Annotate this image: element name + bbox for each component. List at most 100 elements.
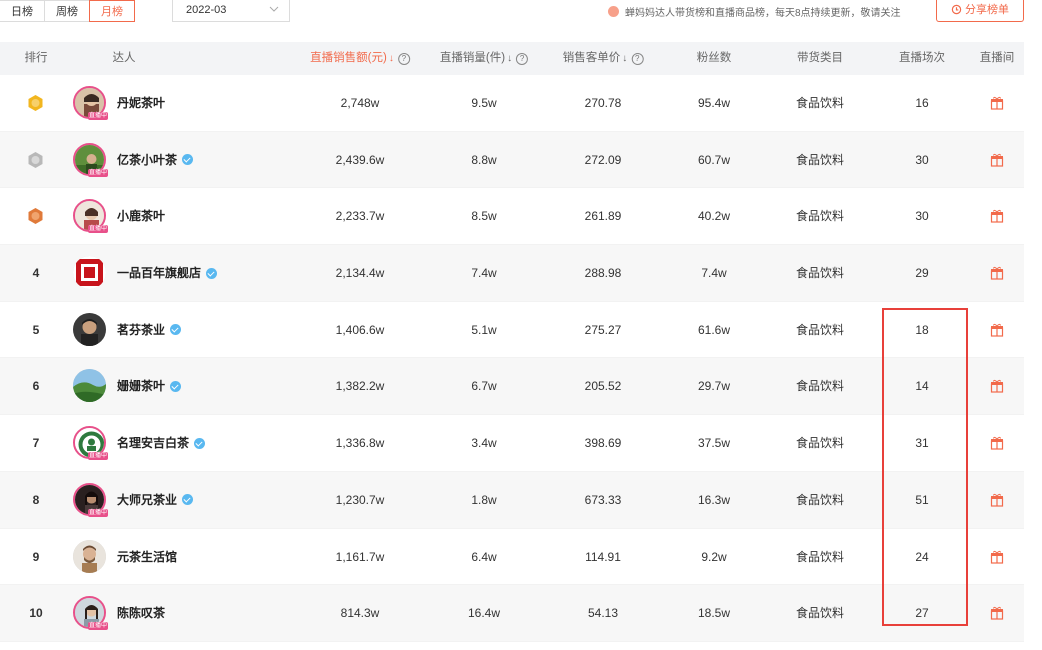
volume-value: 5.1w — [471, 322, 497, 337]
volume-value: 3.4w — [471, 436, 497, 451]
unit-price-value: 114.91 — [585, 549, 621, 564]
live-room-icon[interactable] — [990, 266, 1004, 280]
table-row[interactable]: 8 直播中 大师兄茶业 1,230.7w 1.8w 673.33 16.3w 食… — [0, 471, 1024, 529]
table-row[interactable]: 4 一品百年旗舰店 2,134.4w 7.4w 288.98 7.4w 食品饮料… — [0, 245, 1024, 302]
sales-value: 2,134.4w — [335, 266, 385, 281]
info-dot-icon — [608, 6, 619, 17]
category-value: 食品饮料 — [795, 436, 845, 451]
live-badge: 直播中 — [88, 225, 108, 234]
tab-daily[interactable]: 日榜 — [0, 0, 45, 22]
share-ranking-button[interactable]: 分享榜单 — [936, 0, 1024, 22]
chevron-down-icon — [269, 6, 279, 12]
avatar[interactable] — [73, 256, 106, 290]
avatar[interactable] — [73, 312, 106, 346]
talent-name[interactable]: 大师兄茶业 — [117, 472, 194, 528]
talent-name-text: 亿茶小叶茶 — [117, 152, 178, 167]
live-room-icon[interactable] — [990, 379, 1004, 394]
talent-name[interactable]: 元茶生活馆 — [117, 529, 177, 585]
help-icon[interactable]: ? — [397, 53, 410, 65]
col-category: 带货类目 — [797, 52, 843, 64]
gold-medal-icon — [28, 95, 43, 111]
verified-icon — [194, 437, 206, 449]
live-room-icon[interactable] — [990, 153, 1004, 167]
live-room-icon[interactable] — [990, 493, 1004, 507]
table-row[interactable]: 直播中 亿茶小叶茶 2,439.6w 8.8w 272.09 60.7w 食品饮… — [0, 131, 1024, 189]
category-value: 食品饮料 — [795, 379, 845, 394]
unit-price-value: 261.89 — [584, 209, 622, 224]
table-row[interactable]: 5 茗芬茶业 1,406.6w 5.1w 275.27 61.6w 食品饮料 1… — [0, 302, 1024, 359]
sales-value: 1,406.6w — [335, 322, 385, 337]
sales-value: 1,161.7w — [335, 549, 385, 564]
table-row[interactable]: 直播中 丹妮茶叶 2,748w 9.5w 270.78 95.4w 食品饮料 1… — [0, 75, 1024, 132]
table-row[interactable]: 9 元茶生活馆 1,161.7w 6.4w 114.91 9.2w 食品饮料 2… — [0, 529, 1024, 586]
fans-value: 60.7w — [697, 152, 731, 167]
help-icon[interactable]: ? — [516, 53, 529, 65]
unit-price-value: 270.78 — [584, 96, 622, 110]
col-sales-label: 直播销售额(元) — [310, 52, 387, 64]
fans-value: 18.5w — [697, 606, 731, 621]
fans-value: 40.2w — [697, 209, 731, 224]
fans-value: 16.3w — [697, 492, 731, 507]
talent-name[interactable]: 名理安吉白茶 — [117, 415, 206, 471]
unit-price-value: 288.98 — [584, 266, 622, 281]
sort-down-icon: ↓ — [388, 53, 394, 64]
fans-value: 95.4w — [697, 96, 731, 110]
talent-name[interactable]: 亿茶小叶茶 — [117, 132, 194, 188]
tab-weekly[interactable]: 周榜 — [44, 0, 90, 22]
avatar[interactable] — [73, 539, 106, 573]
sessions-value: 51 — [915, 492, 929, 507]
ranking-table-body: 直播中 丹妮茶叶 2,748w 9.5w 270.78 95.4w 食品饮料 1… — [0, 75, 1024, 642]
help-icon[interactable]: ? — [631, 53, 644, 65]
rank-number: 6 — [32, 379, 40, 394]
category-value: 食品饮料 — [795, 549, 845, 564]
live-room-icon[interactable] — [990, 96, 1004, 110]
fans-value: 61.6w — [697, 322, 731, 337]
rank-number: 8 — [32, 492, 40, 507]
talent-name-text: 元茶生活馆 — [117, 549, 178, 564]
unit-price-value: 205.52 — [584, 379, 622, 394]
col-sales[interactable]: 直播销售额(元) ↓? — [310, 42, 410, 75]
avatar[interactable] — [73, 369, 106, 403]
live-badge: 直播中 — [88, 622, 108, 631]
category-value: 食品饮料 — [795, 322, 845, 337]
rank-number: 7 — [32, 436, 40, 451]
live-room-icon[interactable] — [990, 323, 1004, 337]
talent-name[interactable]: 一品百年旗舰店 — [117, 245, 218, 301]
col-unit-price[interactable]: 销售客单价 ↓? — [563, 42, 644, 75]
volume-value: 16.4w — [467, 606, 501, 621]
verified-icon — [182, 494, 194, 506]
col-unit-price-label: 销售客单价 — [562, 52, 621, 64]
talent-name[interactable]: 姗姗茶叶 — [117, 358, 182, 414]
table-row[interactable]: 7 直播中 名理安吉白茶 1,336.8w 3.4w 398.69 37.5w … — [0, 415, 1024, 472]
sessions-value: 31 — [915, 436, 929, 451]
live-room-icon[interactable] — [990, 606, 1004, 620]
talent-name[interactable]: 丹妮茶叶 — [117, 75, 165, 131]
category-value: 食品饮料 — [795, 209, 845, 224]
talent-name-text: 小鹿茶叶 — [117, 209, 166, 224]
category-value: 食品饮料 — [795, 152, 845, 167]
live-badge: 直播中 — [88, 452, 108, 461]
col-rank: 排行 — [24, 52, 48, 64]
sales-value: 1,336.8w — [335, 436, 385, 451]
col-live-room: 直播间 — [979, 52, 1015, 64]
table-row[interactable]: 6 姗姗茶叶 1,382.2w 6.7w 205.52 29.7w 食品饮料 1… — [0, 358, 1024, 416]
tab-monthly[interactable]: 月榜 — [89, 0, 135, 22]
live-room-icon[interactable] — [990, 209, 1004, 223]
live-room-icon[interactable] — [990, 436, 1004, 450]
table-row[interactable]: 直播中 小鹿茶叶 2,233.7w 8.5w 261.89 40.2w 食品饮料… — [0, 188, 1024, 246]
live-badge: 直播中 — [88, 168, 108, 177]
live-room-icon[interactable] — [990, 550, 1004, 564]
table-row[interactable]: 10 直播中 陈陈叹茶 814.3w 16.4w 54.13 18.5w 食品饮… — [0, 585, 1024, 642]
sales-value: 2,233.7w — [335, 209, 385, 224]
col-volume[interactable]: 直播销量(件) ↓? — [440, 42, 529, 75]
share-button-label: 分享榜单 — [965, 4, 1009, 16]
bronze-medal-icon — [28, 208, 43, 225]
sales-value: 1,230.7w — [335, 492, 385, 507]
rank-number: 5 — [32, 322, 40, 337]
talent-name[interactable]: 茗芬茶业 — [117, 302, 182, 358]
sales-value: 1,382.2w — [335, 379, 385, 394]
talent-name[interactable]: 小鹿茶叶 — [117, 188, 165, 244]
col-talent: 达人 — [112, 52, 136, 64]
date-select[interactable]: 2022-03 — [172, 0, 290, 22]
talent-name[interactable]: 陈陈叹茶 — [117, 585, 165, 641]
